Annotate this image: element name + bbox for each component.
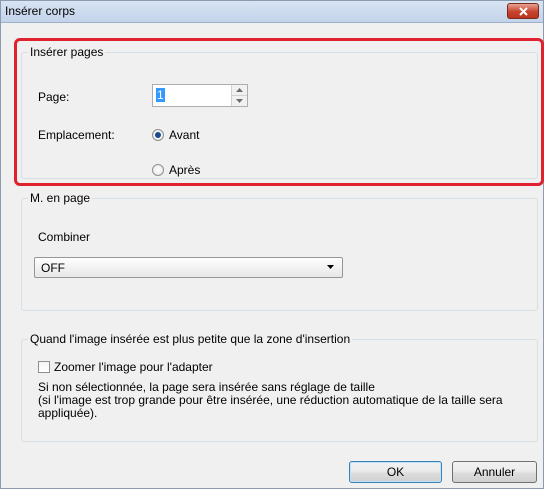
radio-after-icon xyxy=(152,164,164,176)
spin-up-button[interactable] xyxy=(232,85,247,96)
dialog-window: Insérer corps Insérer pages Page: 1 Empl… xyxy=(0,0,544,489)
zoom-checkbox-box xyxy=(38,361,50,373)
title-bar[interactable]: Insérer corps xyxy=(1,1,543,23)
zoom-checkbox[interactable]: Zoomer l'image pour l'adapter xyxy=(38,360,213,374)
spin-down-button[interactable] xyxy=(232,96,247,106)
radio-after-label: Après xyxy=(169,163,201,177)
location-label: Emplacement: xyxy=(38,128,115,142)
cancel-button[interactable]: Annuler xyxy=(452,461,537,483)
radio-before-label: Avant xyxy=(169,128,200,142)
close-icon xyxy=(519,7,528,16)
window-title: Insérer corps xyxy=(5,4,76,18)
radio-before-icon xyxy=(152,129,164,141)
radio-after[interactable]: Après xyxy=(152,163,200,177)
close-button[interactable] xyxy=(507,3,539,19)
smaller-image-legend: Quand l'image insérée est plus petite qu… xyxy=(30,332,351,346)
info-note-line: appliquée). xyxy=(38,406,98,420)
chevron-down-icon xyxy=(327,265,334,269)
page-label: Page: xyxy=(38,90,70,104)
insert-pages-group: Insérer pages xyxy=(21,45,538,179)
ok-button[interactable]: OK xyxy=(349,461,442,483)
layout-group: M. en page xyxy=(21,191,538,311)
insert-pages-legend: Insérer pages xyxy=(30,45,104,59)
chevron-down-icon xyxy=(236,99,243,103)
combine-label: Combiner xyxy=(38,230,91,244)
page-spin-buttons xyxy=(231,85,247,106)
combine-value: OFF xyxy=(41,261,65,275)
combine-select[interactable]: OFF xyxy=(34,257,343,278)
page-value[interactable]: 1 xyxy=(156,88,165,102)
page-spinbox[interactable]: 1 xyxy=(152,84,248,107)
radio-before[interactable]: Avant xyxy=(152,128,199,142)
layout-legend: M. en page xyxy=(30,191,91,205)
info-note-line: (si l'image est trop grande pour être in… xyxy=(38,393,503,407)
info-note: Si non sélectionnée, la page sera inséré… xyxy=(38,381,538,420)
chevron-up-icon xyxy=(236,88,243,92)
zoom-checkbox-label: Zoomer l'image pour l'adapter xyxy=(54,360,213,374)
